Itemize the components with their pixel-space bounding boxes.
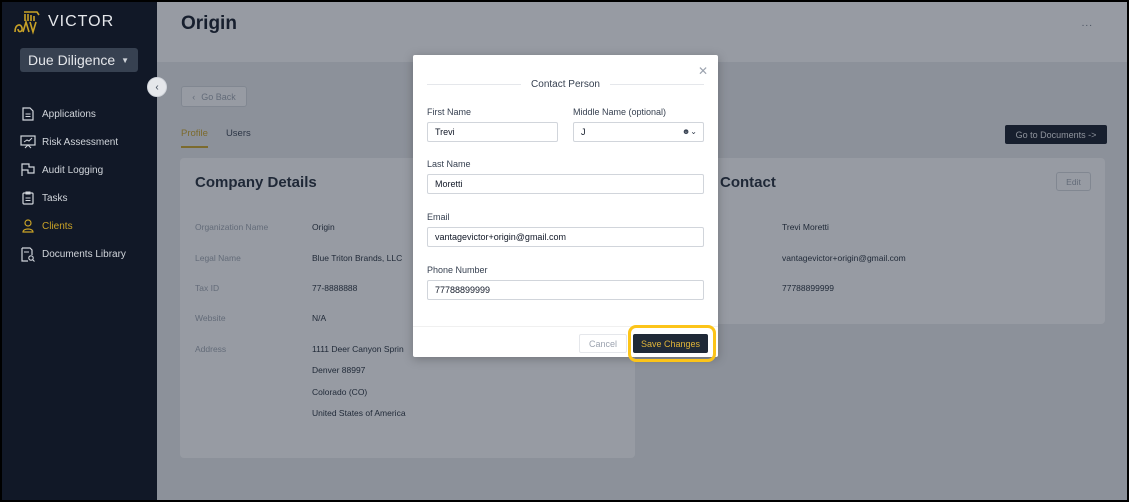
last-name-input[interactable]: Moretti (427, 174, 704, 194)
modal-heading: Contact Person (427, 79, 704, 90)
chevron-left-icon: ‹ (155, 81, 159, 93)
sidebar-item-audit-logging[interactable]: Audit Logging (20, 156, 126, 184)
sidebar-item-risk-assessment[interactable]: Risk Assessment (20, 128, 126, 156)
presentation-chart-icon (20, 134, 36, 150)
sidebar-item-documents-library[interactable]: Documents Library (20, 240, 126, 268)
flag-icon (20, 162, 36, 178)
sidebar-item-label: Documents Library (42, 248, 126, 260)
sidebar-item-tasks[interactable]: Tasks (20, 184, 126, 212)
user-icon (20, 218, 36, 234)
cancel-button[interactable]: Cancel (579, 334, 627, 353)
document-icon (20, 106, 36, 122)
divider (427, 84, 522, 85)
document-search-icon (20, 246, 36, 262)
email-label: Email (427, 212, 450, 222)
sidebar: VICTOR Due Diligence ▼ Applications Risk… (2, 2, 157, 500)
module-selector[interactable]: Due Diligence ▼ (20, 48, 138, 72)
collapse-sidebar-button[interactable]: ‹ (147, 77, 167, 97)
email-input[interactable]: vantagevictor+origin@gmail.com (427, 227, 704, 247)
sidebar-item-label: Applications (42, 108, 96, 120)
middle-name-value: J (581, 127, 586, 137)
sidebar-item-label: Clients (42, 220, 73, 232)
victor-logo-icon (14, 11, 40, 35)
app-window: VICTOR Due Diligence ▼ Applications Risk… (2, 2, 1127, 500)
divider (609, 84, 704, 85)
contact-person-modal: ✕ Contact Person First Name Trevi Middle… (413, 55, 718, 357)
clipboard-icon (20, 190, 36, 206)
modal-title: Contact Person (531, 79, 600, 90)
middle-name-label: Middle Name (optional) (573, 107, 667, 117)
logo[interactable]: VICTOR (12, 8, 114, 36)
phone-number-label: Phone Number (427, 265, 488, 275)
close-icon[interactable]: ✕ (698, 65, 708, 77)
sidebar-item-label: Tasks (42, 192, 68, 204)
sidebar-item-label: Audit Logging (42, 164, 104, 176)
sidebar-item-clients[interactable]: Clients (20, 212, 126, 240)
last-name-label: Last Name (427, 159, 471, 169)
modal-footer: Cancel Save Changes (413, 326, 718, 357)
sidebar-item-label: Risk Assessment (42, 136, 119, 148)
save-changes-button[interactable]: Save Changes (633, 334, 708, 353)
module-label: Due Diligence (28, 52, 116, 68)
autofill-contact-icon[interactable]: ☻⌄ (682, 127, 697, 136)
caret-down-icon: ▼ (121, 55, 130, 65)
logo-text: VICTOR (48, 13, 115, 30)
sidebar-nav: Applications Risk Assessment Audit Loggi… (20, 100, 126, 268)
first-name-input[interactable]: Trevi (427, 122, 558, 142)
first-name-label: First Name (427, 107, 472, 117)
sidebar-item-applications[interactable]: Applications (20, 100, 126, 128)
middle-name-input[interactable]: J ☻⌄ (573, 122, 704, 142)
phone-number-input[interactable]: 77788899999 (427, 280, 704, 300)
